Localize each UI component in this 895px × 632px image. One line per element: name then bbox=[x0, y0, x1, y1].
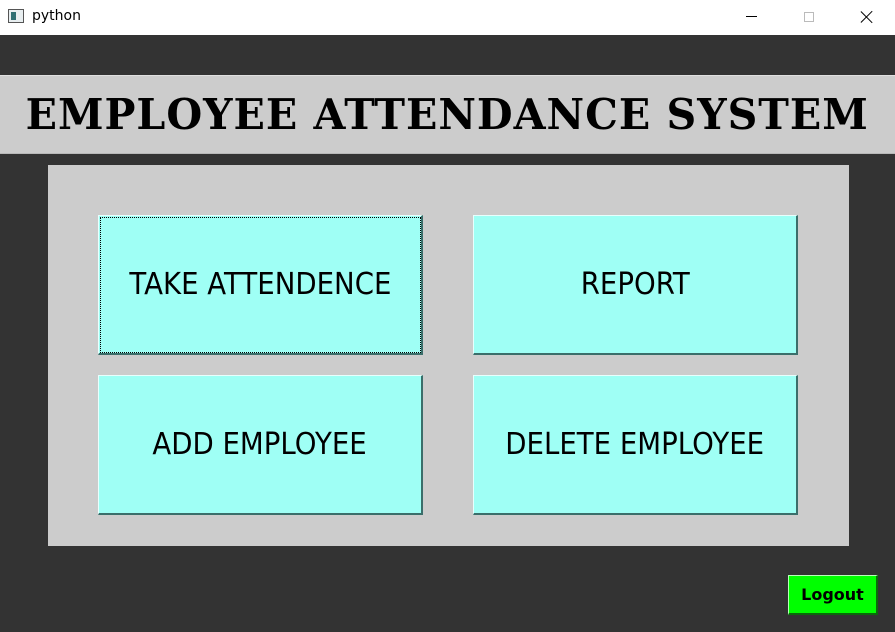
page-title: EMPLOYEE ATTENDANCE SYSTEM bbox=[25, 90, 870, 139]
add-employee-button[interactable]: ADD EMPLOYEE bbox=[98, 375, 423, 515]
close-button[interactable] bbox=[838, 0, 895, 33]
header-banner: EMPLOYEE ATTENDANCE SYSTEM bbox=[0, 75, 895, 154]
minimize-icon bbox=[745, 16, 757, 17]
take-attendance-button[interactable]: TAKE ATTENDENCE bbox=[98, 215, 423, 355]
title-bar[interactable]: python bbox=[0, 0, 895, 35]
add-employee-label: ADD EMPLOYEE bbox=[152, 427, 368, 462]
take-attendance-label: TAKE ATTENDENCE bbox=[128, 267, 391, 302]
maximize-icon bbox=[804, 11, 814, 22]
close-icon bbox=[860, 10, 874, 24]
maximize-button[interactable] bbox=[780, 0, 838, 33]
menu-panel: TAKE ATTENDENCE REPORT ADD EMPLOYEE DELE… bbox=[48, 165, 849, 546]
app-window-icon bbox=[8, 9, 24, 23]
report-button[interactable]: REPORT bbox=[473, 215, 798, 355]
app-window: python EMPLOYEE ATTENDANCE SYSTEM TAKE A… bbox=[0, 0, 895, 632]
delete-employee-button[interactable]: DELETE EMPLOYEE bbox=[473, 375, 798, 515]
delete-employee-label: DELETE EMPLOYEE bbox=[505, 427, 765, 462]
logout-button[interactable]: Logout bbox=[788, 575, 878, 615]
report-label: REPORT bbox=[580, 267, 690, 302]
window-title: python bbox=[32, 8, 81, 24]
minimize-button[interactable] bbox=[722, 0, 780, 33]
